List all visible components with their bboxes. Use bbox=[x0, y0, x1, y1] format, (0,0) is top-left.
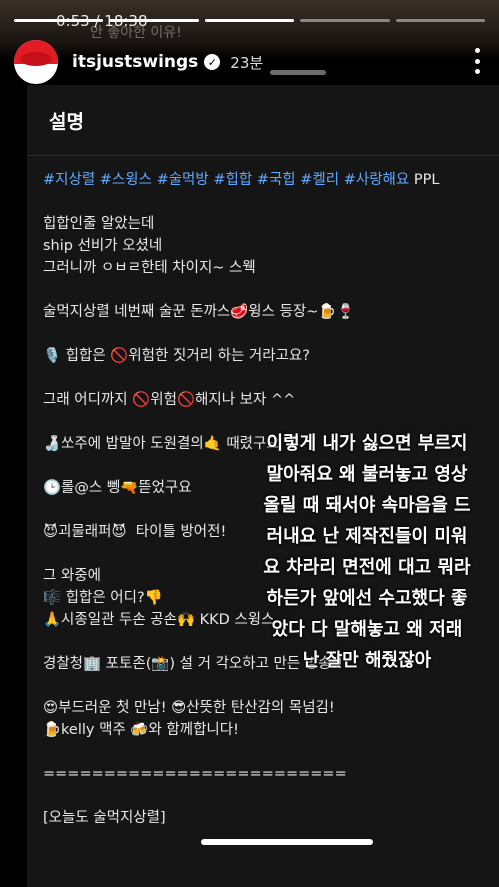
overlay-line: 말아줘요 왜 불러놓고 영상 bbox=[266, 464, 468, 485]
overlay-line: 요 차라리 면전에 대고 뭐라 bbox=[263, 557, 471, 578]
overlay-line: 러내요 난 제작진들이 미워 bbox=[266, 526, 468, 547]
description-line: 🍺kelly 맥주 🍻와 함께합니다! bbox=[43, 722, 239, 738]
hashtag[interactable]: #사랑해요 bbox=[344, 172, 410, 188]
more-options-icon[interactable] bbox=[473, 48, 481, 74]
story-header: itsjustswings ✓ 23분 bbox=[14, 40, 485, 84]
overlay-line: 난 잘만 해줬잖아 bbox=[302, 650, 432, 671]
progress-segment bbox=[204, 19, 295, 22]
sheet-drag-handle[interactable] bbox=[270, 70, 326, 75]
progress-segment bbox=[395, 19, 486, 22]
overlay-line: 이렇게 내가 싫으면 부르지 bbox=[266, 433, 468, 454]
description-line bbox=[43, 279, 491, 301]
description-line bbox=[43, 367, 491, 389]
post-time: 23분 bbox=[230, 53, 264, 72]
overlay-line: 올릴 때 돼서야 속마음을 드 bbox=[263, 495, 471, 516]
hashtag-line: #지상렬 #스윙스 #술먹방 #힙합 #국힙 #켈리 #사랑해요 PPL bbox=[43, 169, 491, 191]
username[interactable]: itsjustswings bbox=[72, 52, 198, 72]
overlay-line: 았다 다 말해놓고 왜 저래 bbox=[271, 619, 463, 640]
description-line: 술먹지상렬 네번째 술꾼 돈까스🥩윙스 등장~🍺🍷 bbox=[43, 304, 355, 320]
description-line: [오늘도 술먹지상렬] bbox=[43, 810, 166, 826]
overlay-comment-text: 이렇게 내가 싫으면 부르지말아줘요 왜 불러놓고 영상올릴 때 돼서야 속마음… bbox=[247, 428, 487, 676]
description-line bbox=[43, 741, 491, 763]
overlay-line: 하든가 앞에선 수고했다 좋 bbox=[266, 588, 468, 609]
home-indicator[interactable] bbox=[201, 839, 373, 845]
hashtag[interactable]: #술먹방 bbox=[157, 172, 209, 188]
hashtag[interactable]: #지상렬 bbox=[43, 172, 95, 188]
video-timestamp: 0:53 / 18:38 bbox=[56, 12, 148, 30]
description-line: 그러니까 ㅇㅂㄹ한테 차이지~ 스웩 bbox=[43, 260, 256, 276]
description-line: ========================= bbox=[43, 766, 347, 782]
hashtag[interactable]: #스윙스 bbox=[100, 172, 152, 188]
divider bbox=[27, 155, 499, 156]
description-line: 그래 어디까지 🚫위험🚫해지나 보자 ^^ bbox=[43, 392, 296, 408]
progress-segment bbox=[300, 19, 390, 22]
sheet-title: 설명 bbox=[49, 111, 84, 133]
description-line: ship 선비가 오셨네 bbox=[43, 238, 163, 254]
description-line: 😍부드러운 첫 만남! 😎산뜻한 탄산감의 목넘김! bbox=[43, 700, 335, 716]
description-line bbox=[43, 675, 491, 697]
avatar[interactable] bbox=[14, 40, 58, 84]
hashtag[interactable]: #힙합 bbox=[213, 172, 252, 188]
description-line bbox=[43, 323, 491, 345]
description-line: 힙합인줄 알았는데 bbox=[43, 216, 155, 232]
description-line: 🎙️ 힙합은 🚫위험한 짓거리 하는 거라고요? bbox=[43, 348, 310, 364]
description-line bbox=[43, 785, 491, 807]
verified-badge-icon: ✓ bbox=[204, 54, 221, 70]
hashtag[interactable]: #켈리 bbox=[300, 172, 339, 188]
hashtag[interactable]: #국힙 bbox=[257, 172, 296, 188]
ppl-label: PPL bbox=[413, 172, 440, 188]
